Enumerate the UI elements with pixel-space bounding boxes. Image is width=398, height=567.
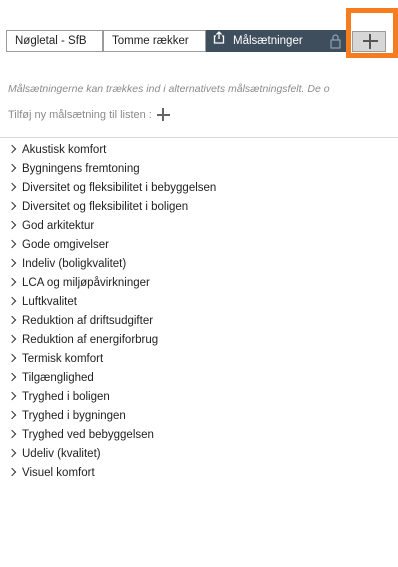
goal-item[interactable]: Visuel komfort (0, 464, 398, 483)
goal-label: Reduktion af driftsudgifter (22, 315, 154, 327)
plus-icon (363, 34, 378, 49)
tab-label: Tomme rækker (112, 35, 189, 47)
chevron-right-icon[interactable] (7, 391, 17, 401)
tab-tomme-raekker[interactable]: Tomme rækker (103, 30, 206, 52)
goal-label: Akustisk komfort (22, 144, 107, 156)
drag-hint: Målsætningerne kan trækkes ind i alterna… (8, 83, 330, 95)
goal-label: Tryghed ved bebyggelsen (22, 429, 154, 441)
add-goal-row: Tilføj ny målsætning til listen : (8, 108, 170, 124)
goal-label: Luftkvalitet (22, 296, 77, 308)
add-goal-plus-icon[interactable] (156, 108, 170, 121)
chevron-right-icon[interactable] (7, 372, 17, 382)
goal-item[interactable]: Reduktion af driftsudgifter (0, 312, 398, 331)
chevron-right-icon[interactable] (7, 258, 17, 268)
goal-item[interactable]: Diversitet og fleksibilitet i bebyggelse… (0, 179, 398, 198)
chevron-right-icon[interactable] (7, 277, 17, 287)
chevron-right-icon[interactable] (7, 429, 17, 439)
chevron-right-icon[interactable] (7, 201, 17, 211)
tab-bar: Nøgletal - SfB Tomme rækker Målsætninger (0, 0, 398, 64)
goal-item[interactable]: Tryghed i bygningen (0, 407, 398, 426)
chevron-right-icon[interactable] (7, 182, 17, 192)
chevron-right-icon[interactable] (7, 144, 17, 154)
tab-malsaetninger[interactable]: Målsætninger (206, 30, 346, 52)
chevron-right-icon[interactable] (7, 220, 17, 230)
goal-item[interactable]: Akustisk komfort (0, 141, 398, 160)
chevron-right-icon[interactable] (7, 353, 17, 363)
chevron-right-icon[interactable] (7, 296, 17, 306)
goal-label: Gode omgivelser (22, 239, 109, 251)
goal-label: Tryghed i bygningen (22, 410, 126, 422)
goal-label: Tilgænglighed (22, 372, 94, 384)
goal-label: Udeliv (kvalitet) (22, 448, 101, 460)
goal-label: Diversitet og fleksibilitet i boligen (22, 201, 189, 213)
chevron-right-icon[interactable] (7, 163, 17, 173)
goal-item[interactable]: Tryghed ved bebyggelsen (0, 426, 398, 445)
goal-item[interactable]: Bygningens fremtoning (0, 160, 398, 179)
lock-icon (330, 31, 341, 51)
goal-list: Akustisk komfort Bygningens fremtoning D… (0, 141, 398, 483)
tab-nogletal-sfb[interactable]: Nøgletal - SfB (6, 30, 103, 52)
add-tab-highlight (346, 8, 398, 58)
goal-label: Tryghed i boligen (22, 391, 110, 403)
goal-label: Bygningens fremtoning (22, 163, 140, 175)
chevron-right-icon[interactable] (7, 315, 17, 325)
goal-item[interactable]: Reduktion af energiforbrug (0, 331, 398, 350)
goal-label: Reduktion af energiforbrug (22, 334, 159, 346)
chevron-right-icon[interactable] (7, 448, 17, 458)
chevron-right-icon[interactable] (7, 334, 17, 344)
divider (0, 137, 398, 138)
goal-label: LCA og miljøpåvirkninger (22, 277, 150, 289)
share-icon[interactable] (213, 31, 227, 51)
chevron-right-icon[interactable] (7, 467, 17, 477)
goal-item[interactable]: LCA og miljøpåvirkninger (0, 274, 398, 293)
chevron-right-icon[interactable] (7, 239, 17, 249)
goal-item[interactable]: Diversitet og fleksibilitet i boligen (0, 198, 398, 217)
chevron-right-icon[interactable] (7, 410, 17, 420)
goal-item[interactable]: Gode omgivelser (0, 236, 398, 255)
goal-label: Visuel komfort (22, 467, 95, 479)
goal-item[interactable]: Indeliv (boligkvalitet) (0, 255, 398, 274)
goal-label: God arkitektur (22, 220, 95, 232)
goal-item[interactable]: Udeliv (kvalitet) (0, 445, 398, 464)
goal-label: Termisk komfort (22, 353, 104, 365)
add-goal-label: Tilføj ny målsætning til listen : (8, 108, 152, 121)
goal-item[interactable]: Termisk komfort (0, 350, 398, 369)
tab-label: Nøgletal - SfB (15, 35, 87, 47)
goal-label: Diversitet og fleksibilitet i bebyggelse… (22, 182, 217, 194)
goal-label: Indeliv (boligkvalitet) (22, 258, 127, 270)
goal-item[interactable]: God arkitektur (0, 217, 398, 236)
goal-item[interactable]: Tryghed i boligen (0, 388, 398, 407)
add-tab-button[interactable] (352, 31, 386, 52)
goal-item[interactable]: Tilgænglighed (0, 369, 398, 388)
goal-item[interactable]: Luftkvalitet (0, 293, 398, 312)
tab-label: Målsætninger (233, 35, 303, 47)
